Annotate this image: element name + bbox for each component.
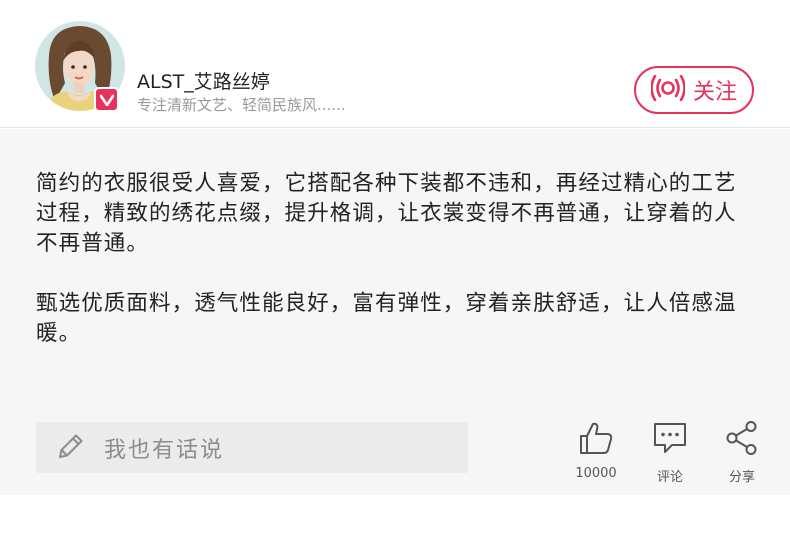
comment-placeholder: 我也有话说 — [104, 437, 225, 463]
profile-header: ALST_艾路丝婷 专注清新文艺、轻简民族风...... 关注 — [0, 0, 790, 128]
follow-button[interactable]: 关注 — [634, 66, 754, 114]
comment-bubble-icon — [652, 420, 688, 460]
author-bio: 专注清新文艺、轻简民族风...... — [137, 96, 346, 114]
article-paragraph-2: 甄选优质面料，透气性能良好，富有弹性，穿着亲肤舒适，让人倍感温暖。 — [36, 291, 737, 346]
thumbs-up-icon — [578, 420, 614, 460]
pencil-icon — [56, 431, 86, 465]
follow-button-label: 关注 — [692, 80, 737, 105]
comment-button[interactable]: 评论 — [644, 420, 696, 485]
broadcast-icon — [650, 74, 686, 105]
like-button[interactable]: 10000 — [570, 420, 622, 481]
post-content: 简约的衣服很受人喜爱，它搭配各种下装都不违和，再经过精心的工艺过程，精致的绣花点… — [0, 129, 790, 495]
comment-label: 评论 — [656, 470, 683, 485]
comment-input[interactable]: 我也有话说 — [36, 422, 468, 473]
share-label: 分享 — [728, 470, 755, 485]
avatar[interactable] — [35, 21, 125, 112]
article-paragraph-1: 简约的衣服很受人喜爱，它搭配各种下装都不违和，再经过精心的工艺过程，精致的绣花点… — [36, 171, 737, 256]
share-icon — [724, 420, 760, 460]
author-name[interactable]: ALST_艾路丝婷 — [137, 67, 270, 94]
share-button[interactable]: 分享 — [716, 420, 768, 485]
verified-badge-icon — [94, 87, 119, 112]
like-count: 10000 — [575, 466, 617, 481]
